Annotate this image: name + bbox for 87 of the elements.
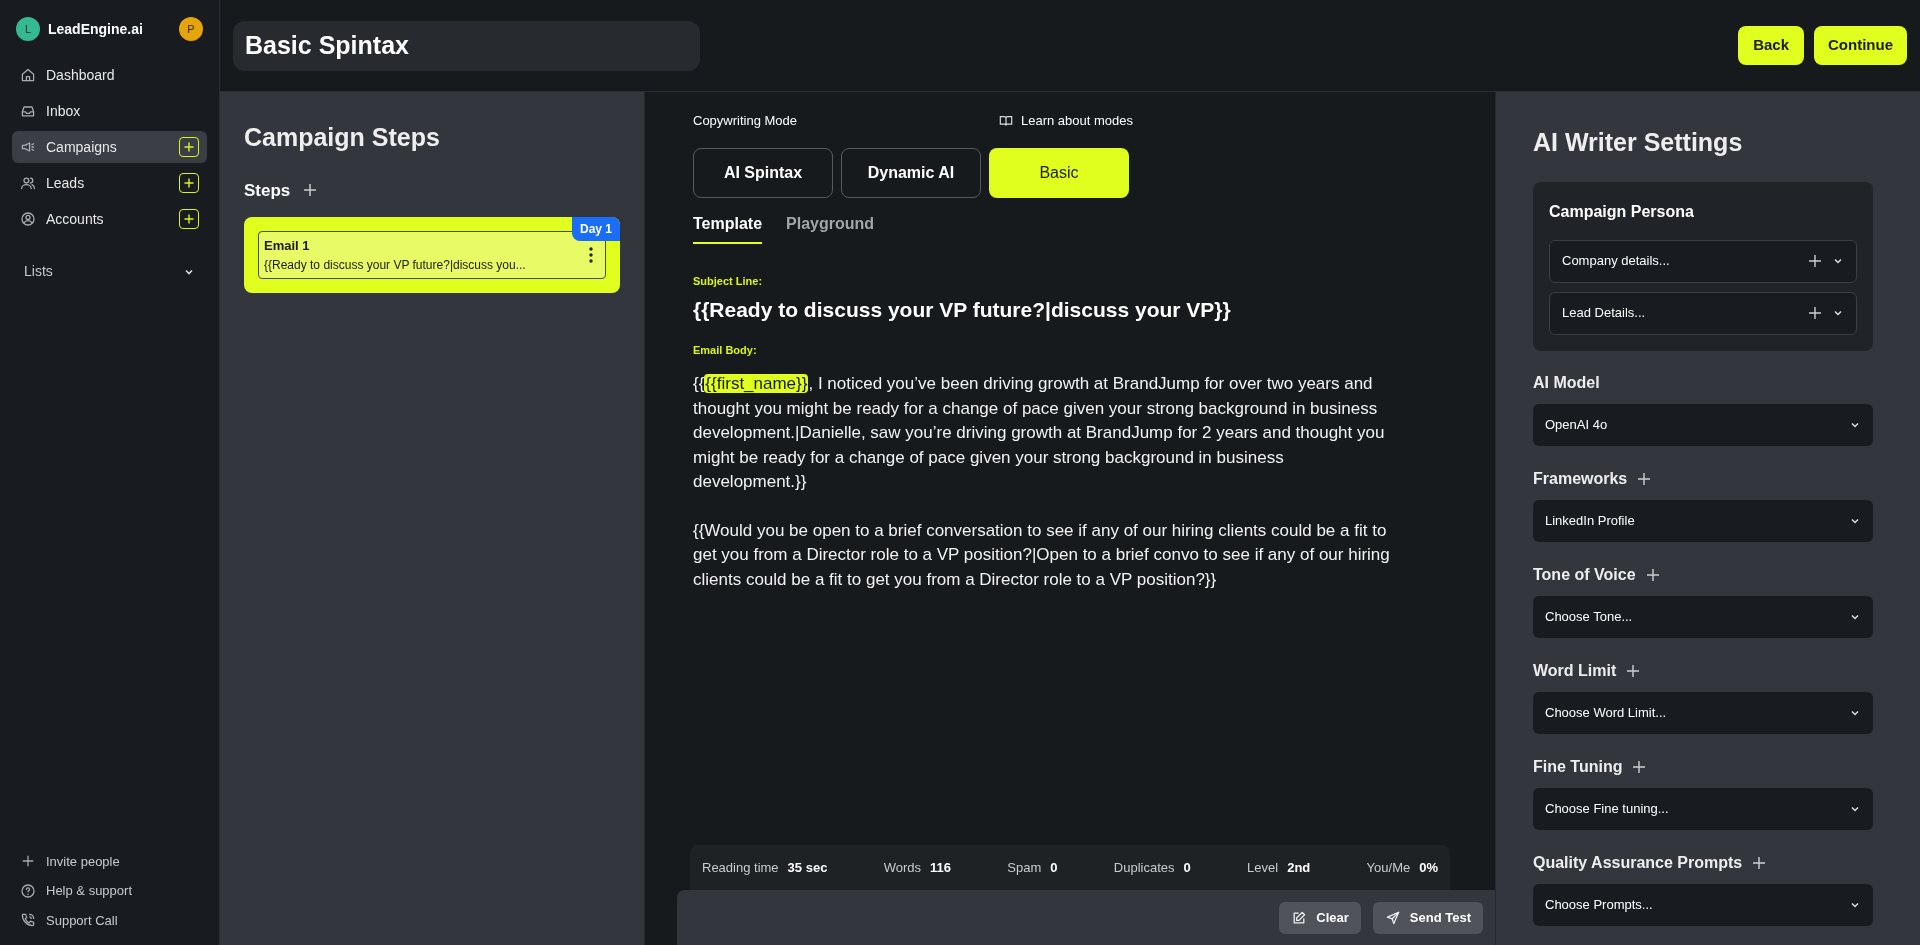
- campaign-title-field[interactable]: Basic Spintax: [233, 20, 700, 71]
- section-label: Frameworks: [1533, 468, 1628, 489]
- users-icon: [20, 175, 36, 191]
- add-icon[interactable]: [1632, 759, 1647, 774]
- footer-link[interactable]: Invite people: [20, 851, 199, 871]
- mode-label: Copywriting Mode: [693, 112, 798, 130]
- mode-button[interactable]: Dynamic AI: [841, 147, 981, 198]
- help-icon: [20, 882, 36, 899]
- stat-label: You/Me: [1366, 858, 1411, 877]
- home-icon: [20, 67, 36, 83]
- section-label: AI Model: [1533, 372, 1600, 393]
- add-button[interactable]: [179, 209, 199, 229]
- steps-label: Steps: [244, 179, 291, 202]
- stat-value: 0: [1183, 858, 1191, 877]
- stat-label: Duplicates: [1113, 858, 1175, 877]
- add-icon[interactable]: [1637, 471, 1652, 486]
- stat-value: 0%: [1419, 858, 1438, 877]
- editor-tab[interactable]: Playground: [786, 211, 875, 244]
- send-icon: [1384, 909, 1401, 926]
- user-avatar[interactable]: P: [179, 17, 203, 41]
- stat-value: 2nd: [1287, 858, 1311, 877]
- footer-link[interactable]: Help & support: [20, 881, 199, 901]
- persona-title: Campaign Persona: [1549, 201, 1695, 222]
- plus-icon: [183, 177, 195, 189]
- add-button[interactable]: [179, 137, 199, 157]
- header-button[interactable]: Continue: [1814, 26, 1907, 65]
- editor-tab[interactable]: Template: [693, 211, 763, 244]
- select-field[interactable]: Choose Fine tuning...: [1533, 787, 1873, 830]
- lists-toggle[interactable]: Lists: [12, 257, 207, 286]
- add-icon[interactable]: [1626, 663, 1641, 678]
- select-field[interactable]: Choose Tone...: [1533, 595, 1873, 638]
- panel-title: AI Writer Settings: [1533, 127, 1744, 158]
- nav-item[interactable]: Accounts: [12, 203, 207, 235]
- persona-select[interactable]: Lead Details...: [1549, 291, 1857, 335]
- select-field[interactable]: Choose Word Limit...: [1533, 691, 1873, 734]
- day-badge: Day 1: [571, 217, 620, 241]
- stat-label: Reading time: [702, 858, 779, 877]
- stat-value: 35 sec: [787, 858, 828, 877]
- learn-link[interactable]: Learn about modes: [998, 111, 1133, 131]
- logo-avatar: L: [16, 17, 40, 41]
- select-field[interactable]: OpenAI 4o: [1533, 403, 1873, 446]
- panel-title: Campaign Steps: [244, 122, 441, 153]
- mode-button[interactable]: Basic: [989, 147, 1129, 198]
- section-label: Fine Tuning: [1533, 756, 1623, 777]
- inbox-icon: [20, 103, 36, 119]
- mode-button[interactable]: AI Spintax: [693, 147, 833, 198]
- persona-select[interactable]: Company details...: [1549, 239, 1857, 283]
- section-label: Word Limit: [1533, 660, 1617, 681]
- stat-label: Level: [1247, 858, 1279, 877]
- action-button[interactable]: Send Test: [1372, 901, 1483, 934]
- stat-value: 116: [930, 858, 951, 877]
- nav-item[interactable]: Leads: [12, 167, 207, 199]
- stat-value: 0: [1050, 858, 1058, 877]
- add-button[interactable]: [179, 173, 199, 193]
- add-icon[interactable]: [1808, 306, 1822, 320]
- plus-icon: [183, 213, 195, 225]
- step-preview: {{Ready to discuss your VP future?|discuss you...: [264, 256, 526, 274]
- add-step-icon[interactable]: [302, 182, 319, 199]
- edit-icon: [1291, 909, 1308, 926]
- body-paragraph: {{{{first_name}}, I noticed you’ve been driving growth at BrandJump for over two years and thought you might be ready for a change of pace given your strong background in business development.|Danielle, saw you’re driving growth at BrandJump for 2 years and thought you might be ready for a change of pace given your strong background in business development.}}: [693, 373, 1386, 493]
- stat-label: Spam: [1007, 858, 1042, 877]
- step-card[interactable]: Day 1 Email 1 {{Ready to discuss your VP future?|discuss you...: [244, 217, 620, 293]
- plus-icon: [183, 141, 195, 153]
- footer-link[interactable]: Support Call: [20, 910, 199, 930]
- subject-line: {{Ready to discuss your VP future?|discuss your VP}}: [693, 297, 1232, 323]
- header-button[interactable]: Back: [1738, 26, 1804, 65]
- brand-name: LeadEngine.ai: [48, 19, 143, 39]
- phone-icon: [20, 912, 36, 929]
- add-icon[interactable]: [1645, 567, 1660, 582]
- body-paragraph: {{Would you be open to a brief conversation to see if any of our hiring clients could be a fit to get you from a Director role to a VP position?|Open to a brief convo to see if any of our hiring clients could be a fit to get you from a Director role to a VP position?}}: [693, 519, 1391, 591]
- section-label: Tone of Voice: [1533, 564, 1636, 585]
- body-label: Email Body:: [693, 342, 758, 358]
- subject-label: Subject Line:: [693, 273, 764, 289]
- book-icon: [998, 113, 1013, 128]
- megaphone-icon: [20, 139, 36, 155]
- section-label: Quality Assurance Prompts: [1533, 852, 1743, 873]
- add-icon[interactable]: [1808, 254, 1822, 268]
- nav-item[interactable]: Inbox: [12, 95, 207, 127]
- select-field[interactable]: LinkedIn Profile: [1533, 499, 1873, 542]
- action-button[interactable]: Clear: [1279, 901, 1361, 934]
- stat-label: Words: [883, 858, 921, 877]
- user-circle-icon: [20, 211, 36, 227]
- select-field[interactable]: Choose Prompts...: [1533, 883, 1873, 926]
- step-name: Email 1: [264, 237, 311, 255]
- nav-item[interactable]: Dashboard: [12, 59, 207, 91]
- add-icon[interactable]: [1752, 855, 1767, 870]
- nav-item[interactable]: Campaigns: [12, 131, 207, 163]
